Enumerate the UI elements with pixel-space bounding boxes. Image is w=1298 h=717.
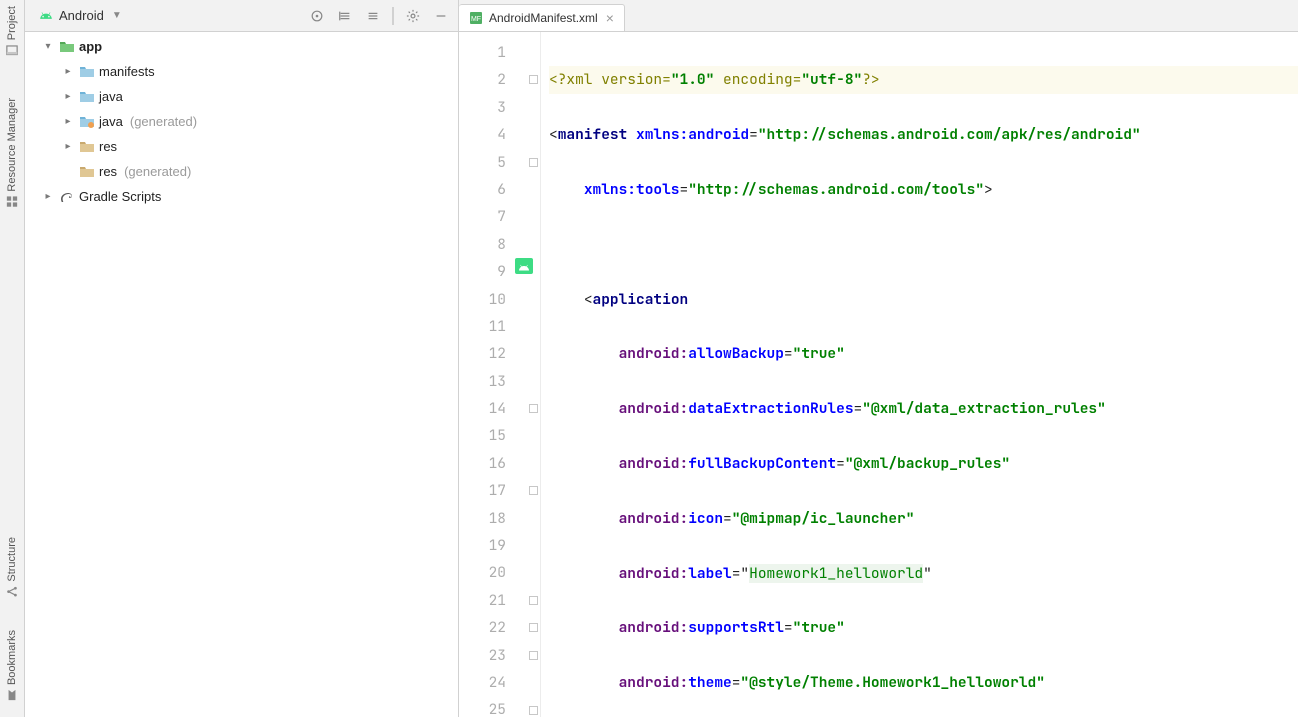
bookmark-icon bbox=[6, 689, 18, 701]
tree-row-java[interactable]: ▸ java bbox=[25, 84, 458, 109]
resource-manager-tool-button[interactable]: Resource Manager bbox=[6, 92, 18, 214]
tree-label: Gradle Scripts bbox=[79, 189, 161, 204]
res-folder-icon bbox=[79, 139, 95, 155]
hide-panel-button[interactable] bbox=[430, 5, 452, 27]
fold-toggle[interactable] bbox=[529, 651, 538, 660]
tree-label: manifests bbox=[99, 64, 155, 79]
android-gutter-icon[interactable] bbox=[514, 258, 534, 274]
fold-toggle[interactable] bbox=[529, 596, 538, 605]
structure-icon bbox=[6, 586, 18, 598]
editor-tab-manifest[interactable]: MF AndroidManifest.xml × bbox=[459, 4, 625, 31]
fold-toggle[interactable] bbox=[529, 706, 538, 715]
tree-label: app bbox=[79, 39, 102, 54]
gradle-icon bbox=[59, 189, 75, 205]
bookmarks-tool-button[interactable]: Bookmarks bbox=[6, 624, 18, 707]
tree-row-res-generated[interactable]: ▸ res (generated) bbox=[25, 159, 458, 184]
chevron-right-icon: ▸ bbox=[61, 66, 75, 77]
code-lines[interactable]: <?xml version="1.0" encoding="utf-8"?> <… bbox=[541, 32, 1298, 717]
app-root: Project Resource Manager Structure Bookm… bbox=[0, 0, 1298, 717]
structure-tool-button[interactable]: Structure bbox=[6, 531, 18, 604]
chevron-down-icon: ▼ bbox=[112, 10, 122, 21]
fold-toggle[interactable] bbox=[529, 404, 538, 413]
tree-label-suffix: (generated) bbox=[130, 114, 197, 129]
chevron-right-icon: ▸ bbox=[61, 91, 75, 102]
fold-toggle[interactable] bbox=[529, 486, 538, 495]
select-opened-file-button[interactable] bbox=[306, 5, 328, 27]
resource-manager-label: Resource Manager bbox=[6, 98, 18, 192]
tree-label: java bbox=[99, 89, 123, 104]
editor-tab-bar: MF AndroidManifest.xml × bbox=[459, 0, 1298, 32]
close-tab-button[interactable]: × bbox=[604, 10, 616, 26]
res-folder-icon bbox=[79, 164, 95, 180]
generated-folder-icon bbox=[79, 114, 95, 130]
android-icon bbox=[39, 9, 53, 23]
editor-tab-label: AndroidManifest.xml bbox=[489, 11, 598, 25]
resource-manager-icon bbox=[6, 196, 18, 208]
project-view-name: Android bbox=[59, 8, 104, 23]
left-tool-strip: Project Resource Manager Structure Bookm… bbox=[0, 0, 25, 717]
line-numbers: 1234567891011121314151617181920212223242… bbox=[459, 32, 540, 717]
editor-area: MF AndroidManifest.xml × 123456789101112… bbox=[459, 0, 1298, 717]
chevron-right-icon: ▸ bbox=[61, 116, 75, 127]
separator bbox=[392, 7, 394, 25]
chevron-right-icon: ▸ bbox=[61, 141, 75, 152]
project-icon bbox=[6, 44, 18, 56]
fold-toggle[interactable] bbox=[529, 158, 538, 167]
tree-row-manifests[interactable]: ▸ manifests bbox=[25, 59, 458, 84]
tree-label: java bbox=[99, 114, 123, 129]
project-tool-window-button[interactable]: Project bbox=[6, 0, 18, 62]
chevron-right-icon: ▸ bbox=[41, 191, 55, 202]
tree-row-gradle-scripts[interactable]: ▸ Gradle Scripts bbox=[25, 184, 458, 209]
manifest-file-icon: MF bbox=[469, 11, 483, 25]
tree-label: res bbox=[99, 139, 117, 154]
project-tree[interactable]: ▾ app ▸ manifests ▸ java bbox=[25, 32, 458, 717]
bookmarks-label: Bookmarks bbox=[6, 630, 18, 685]
project-view-selector[interactable]: Android ▼ bbox=[39, 8, 122, 23]
settings-button[interactable] bbox=[402, 5, 424, 27]
chevron-down-icon: ▾ bbox=[41, 41, 55, 52]
code-editor[interactable]: 1234567891011121314151617181920212223242… bbox=[459, 32, 1298, 717]
folder-icon bbox=[79, 64, 95, 80]
project-panel: Android ▼ ▾ bbox=[25, 0, 459, 717]
tree-row-res[interactable]: ▸ res bbox=[25, 134, 458, 159]
expand-all-button[interactable] bbox=[334, 5, 356, 27]
gutter: 1234567891011121314151617181920212223242… bbox=[459, 32, 541, 717]
tree-label: res bbox=[99, 164, 117, 179]
folder-icon bbox=[79, 89, 95, 105]
tree-label-suffix: (generated) bbox=[124, 164, 191, 179]
fold-toggle[interactable] bbox=[529, 75, 538, 84]
tree-row-app[interactable]: ▾ app bbox=[25, 34, 458, 59]
fold-toggle[interactable] bbox=[529, 623, 538, 632]
tree-row-java-generated[interactable]: ▸ java (generated) bbox=[25, 109, 458, 134]
module-icon bbox=[59, 39, 75, 55]
collapse-all-button[interactable] bbox=[362, 5, 384, 27]
project-tool-label: Project bbox=[6, 6, 18, 40]
structure-label: Structure bbox=[6, 537, 18, 582]
svg-text:MF: MF bbox=[471, 16, 481, 23]
project-panel-header: Android ▼ bbox=[25, 0, 458, 32]
